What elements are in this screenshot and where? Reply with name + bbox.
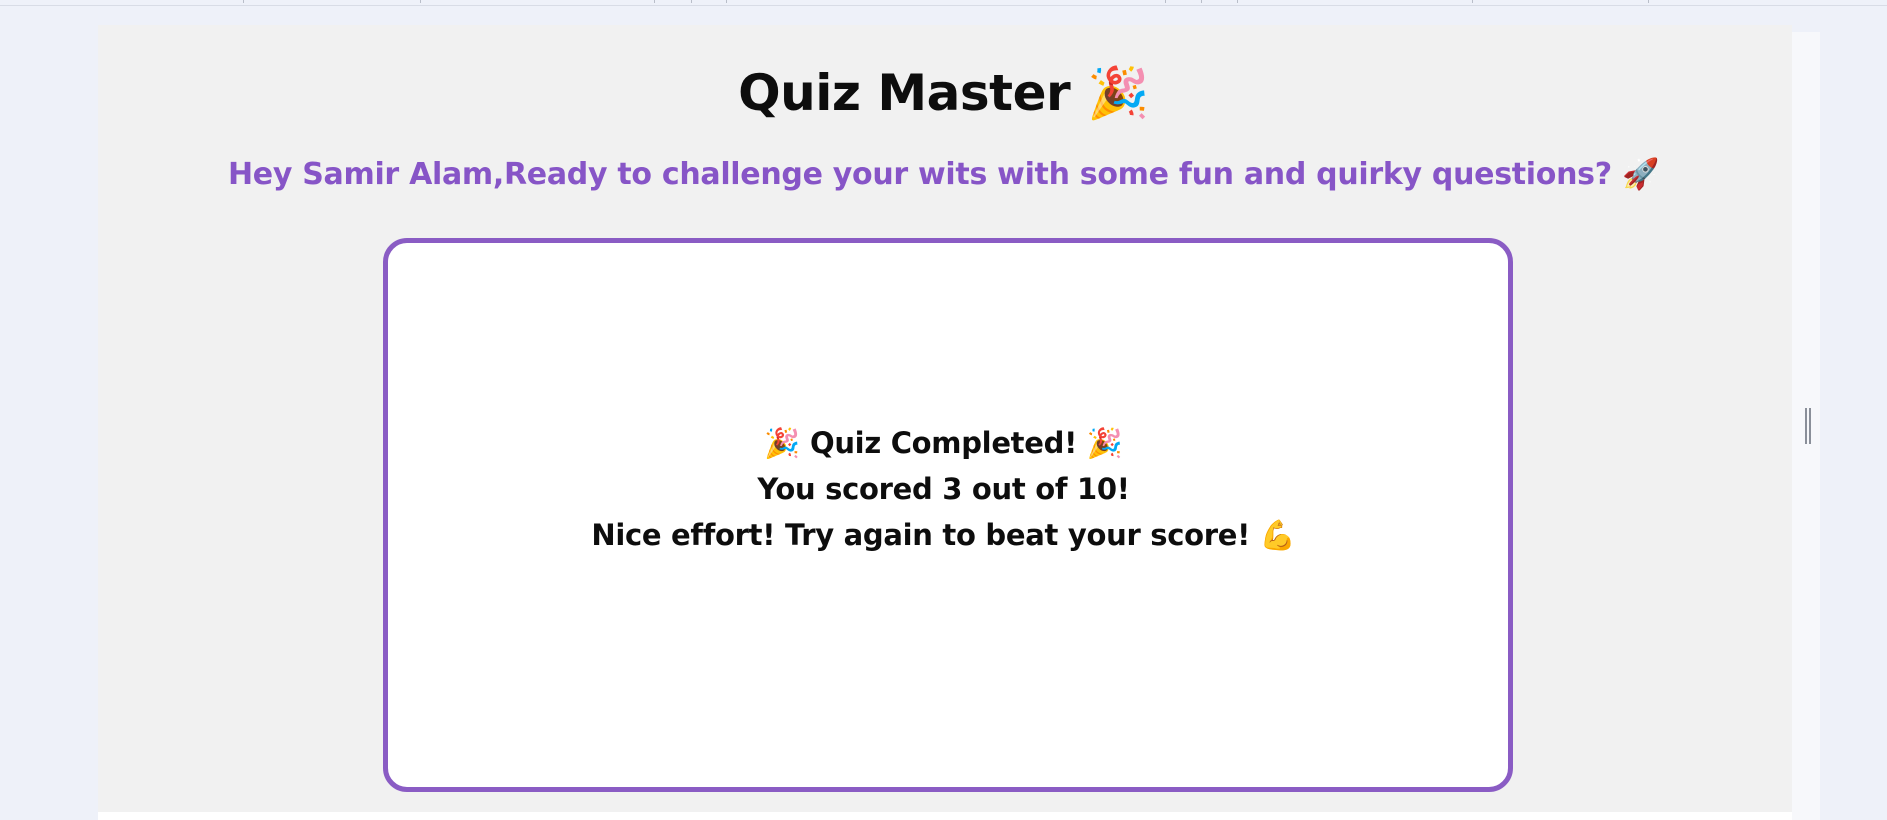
quiz-completed-text: 🎉 Quiz Completed! 🎉 [764, 426, 1123, 460]
score-text: You scored 3 out of 10! [757, 472, 1130, 506]
strip-tick [243, 0, 244, 3]
page-title: Quiz Master 🎉 [738, 64, 1149, 122]
strip-tick [1201, 0, 1202, 3]
strip-tick [726, 0, 727, 3]
quiz-result: 🎉 Quiz Completed! 🎉 You scored 3 out of … [0, 420, 1887, 558]
strip-tick [1648, 0, 1649, 3]
strip-tick [420, 0, 421, 3]
browser-top-strip [0, 0, 1887, 6]
strip-tick [654, 0, 655, 3]
strip-tick [691, 0, 692, 3]
strip-tick [1472, 0, 1473, 3]
strip-tick [1165, 0, 1166, 3]
strip-tick [1237, 0, 1238, 3]
greeting-text: Hey Samir Alam,Ready to challenge your w… [227, 157, 1659, 192]
encouragement-text: Nice effort! Try again to beat your scor… [591, 518, 1296, 552]
page-bottom-edge [98, 812, 1792, 820]
